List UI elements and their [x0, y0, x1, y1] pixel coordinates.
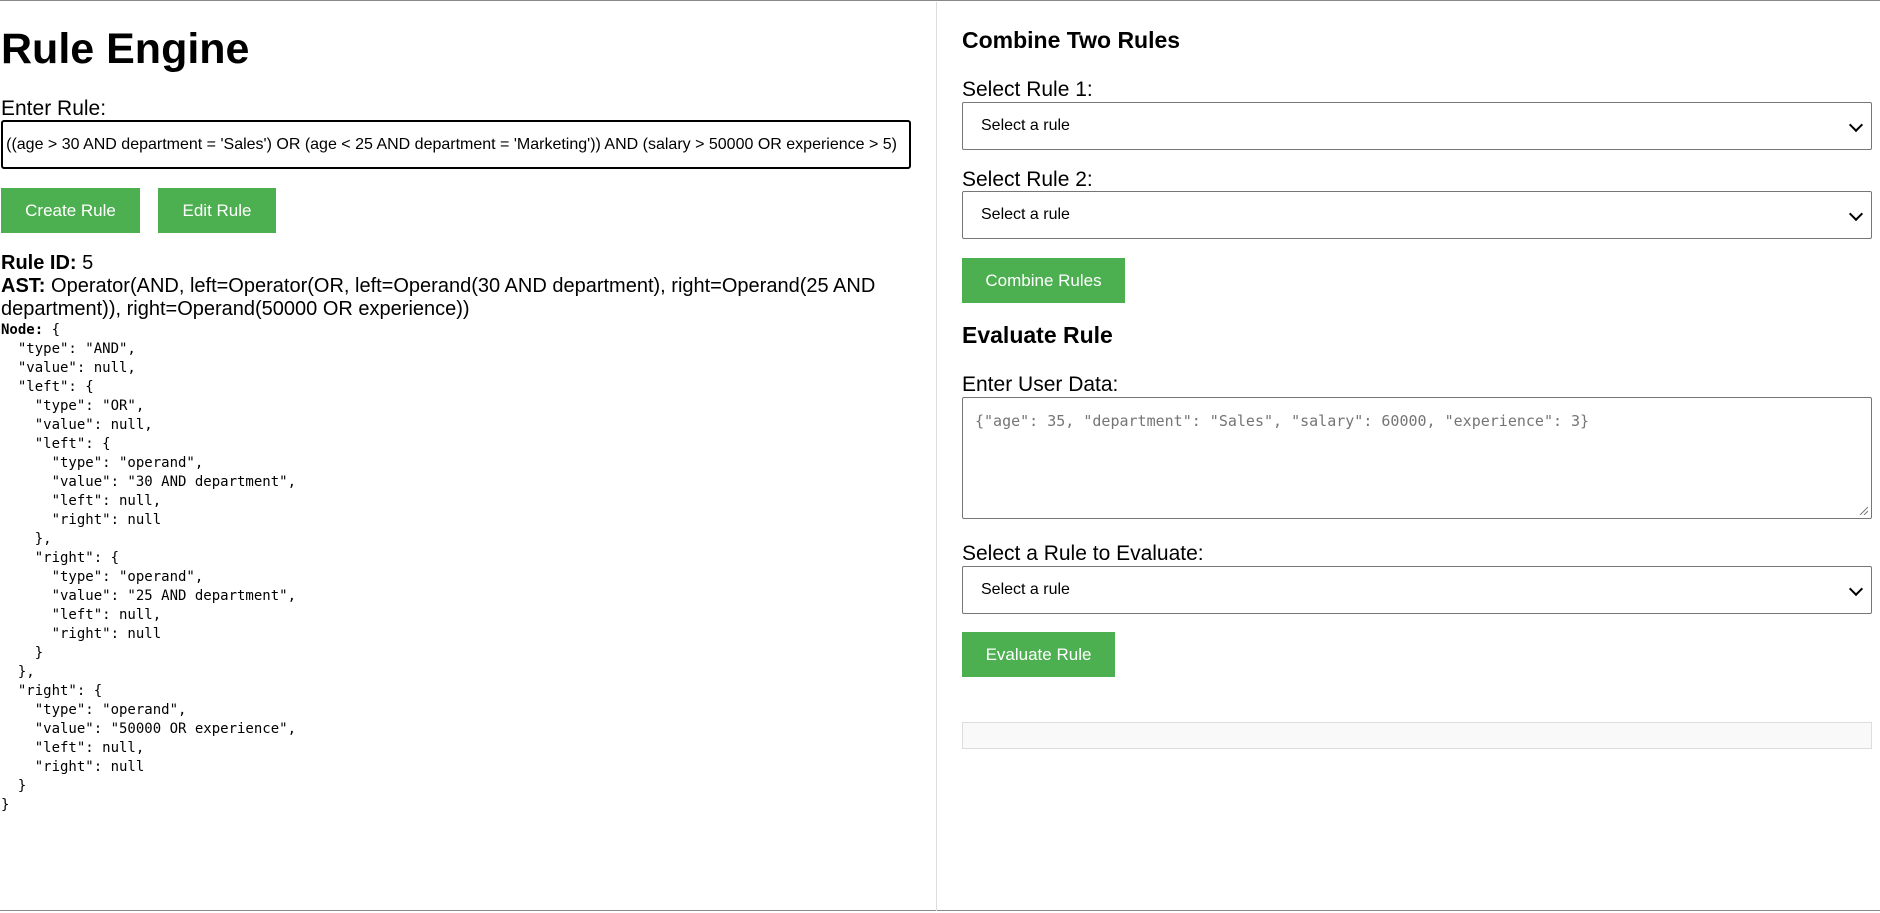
user-data-label: Enter User Data:: [962, 373, 1119, 396]
chevron-down-icon: [1848, 581, 1864, 597]
evaluate-rule-label: Select a Rule to Evaluate:: [962, 542, 1204, 565]
combine-rules-button[interactable]: Combine Rules: [962, 258, 1125, 303]
node-json-value: { "type": "AND", "value": null, "left": …: [1, 322, 297, 813]
edit-rule-button[interactable]: Edit Rule: [158, 188, 276, 233]
evaluate-rule-select[interactable]: Select a rule: [962, 566, 1872, 614]
rule-input-value: ((age > 30 AND department = 'Sales') OR …: [6, 136, 897, 153]
combine-section-title: Combine Two Rules: [962, 27, 1181, 53]
evaluate-section-title: Evaluate Rule: [962, 322, 1113, 348]
rule-id-value: 5: [82, 252, 94, 274]
select-rule1-label: Select Rule 1:: [962, 78, 1093, 101]
rule-id-line: Rule ID: 5: [1, 252, 93, 275]
user-data-textarea[interactable]: {"age": 35, "department": "Sales", "sala…: [962, 397, 1872, 519]
enter-rule-label: Enter Rule:: [1, 97, 107, 120]
rule1-select-value: Select a rule: [981, 117, 1070, 134]
node-json: Node: { "type": "AND", "value": null, "l…: [1, 321, 296, 815]
node-label: Node:: [1, 322, 44, 338]
rule-actions-panel: Combine Two Rules Select Rule 1: Select …: [962, 1, 1872, 912]
evaluate-rule-select-value: Select a rule: [981, 581, 1070, 598]
rule2-select-value: Select a rule: [981, 206, 1070, 223]
select-rule2-label: Select Rule 2:: [962, 168, 1093, 191]
rule-creation-panel: Rule Engine Enter Rule: ((age > 30 AND d…: [0, 1, 936, 912]
chevron-down-icon: [1848, 117, 1864, 133]
ast-line: AST: Operator(AND, left=Operator(OR, lef…: [1, 275, 911, 321]
create-rule-button[interactable]: Create Rule: [1, 188, 140, 233]
rule-id-label: Rule ID:: [1, 252, 77, 274]
evaluation-result: [962, 722, 1872, 749]
rule-input[interactable]: ((age > 30 AND department = 'Sales') OR …: [1, 120, 911, 169]
evaluate-rule-button[interactable]: Evaluate Rule: [962, 632, 1115, 677]
column-divider: [936, 2, 937, 911]
ast-value: Operator(AND, left=Operator(OR, left=Ope…: [1, 275, 876, 320]
ast-label: AST:: [1, 275, 46, 297]
page-title: Rule Engine: [1, 25, 250, 73]
resize-handle-icon[interactable]: [1858, 505, 1868, 515]
user-data-placeholder: {"age": 35, "department": "Sales", "sala…: [975, 412, 1590, 430]
chevron-down-icon: [1848, 206, 1864, 222]
rule2-select[interactable]: Select a rule: [962, 191, 1872, 239]
page-frame: Rule Engine Enter Rule: ((age > 30 AND d…: [0, 0, 1880, 911]
rule1-select[interactable]: Select a rule: [962, 102, 1872, 150]
